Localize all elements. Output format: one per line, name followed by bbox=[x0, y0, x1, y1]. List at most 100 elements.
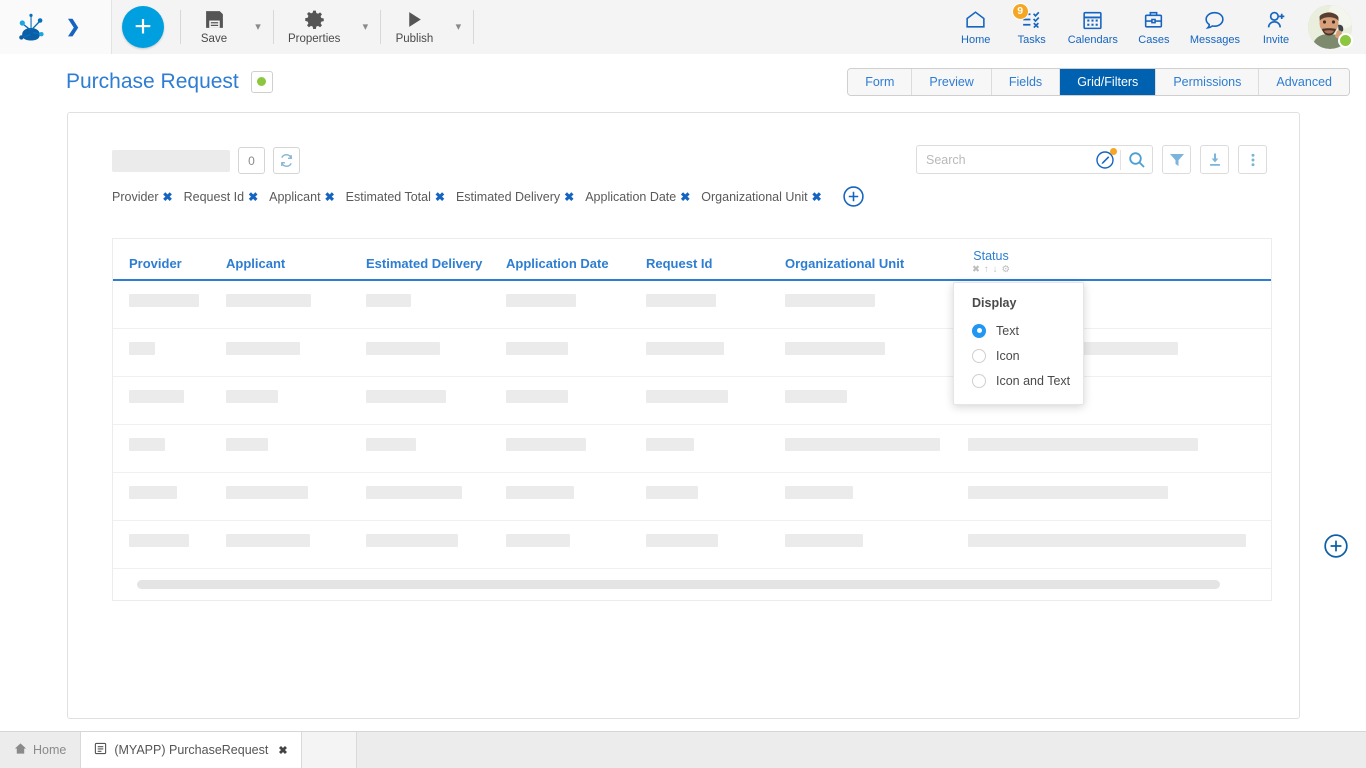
filter-button[interactable] bbox=[1162, 145, 1191, 174]
properties-button[interactable]: Properties bbox=[276, 3, 352, 51]
chat-bubble-icon bbox=[1203, 8, 1226, 32]
user-add-icon bbox=[1265, 8, 1288, 32]
radio-option-icon[interactable]: Icon bbox=[972, 343, 1083, 368]
publish-label: Publish bbox=[396, 33, 434, 45]
nav-item-tasks[interactable]: 9 Tasks bbox=[1004, 1, 1060, 53]
table-row[interactable] bbox=[113, 281, 1271, 329]
gear-icon[interactable]: ⚙ bbox=[1001, 264, 1010, 275]
table-row[interactable] bbox=[113, 377, 1271, 425]
horizontal-scrollbar[interactable] bbox=[137, 580, 1220, 589]
table-row[interactable] bbox=[113, 473, 1271, 521]
radio-label: Icon and Text bbox=[996, 374, 1070, 388]
chip-provider[interactable]: Provider✖ bbox=[112, 190, 173, 204]
close-icon[interactable]: ✖ bbox=[248, 190, 258, 204]
chip-application-date[interactable]: Application Date ✖ bbox=[585, 190, 690, 204]
taskbar-home[interactable]: Home bbox=[0, 732, 80, 768]
nav-item-home[interactable]: Home bbox=[948, 1, 1004, 53]
status-badge[interactable] bbox=[251, 71, 273, 93]
save-button[interactable]: Save bbox=[183, 3, 245, 51]
chip-request-id[interactable]: Request Id✖ bbox=[184, 190, 259, 204]
properties-dropdown-caret[interactable]: ▾ bbox=[352, 3, 378, 51]
tab-form[interactable]: Form bbox=[848, 69, 912, 95]
table-row[interactable] bbox=[113, 329, 1271, 377]
taskbar-tab-label: (MYAPP) PurchaseRequest bbox=[114, 743, 268, 757]
search-button[interactable] bbox=[1121, 146, 1152, 173]
radio-button-selected[interactable] bbox=[972, 324, 986, 338]
close-icon[interactable]: ✖ bbox=[972, 264, 980, 275]
close-icon[interactable]: ✖ bbox=[163, 190, 173, 204]
top-toolbar: ❯ + Save ▾ Prope bbox=[0, 0, 1366, 54]
tab-fields[interactable]: Fields bbox=[992, 69, 1060, 95]
green-dot-icon bbox=[257, 77, 266, 86]
search-input[interactable] bbox=[926, 153, 1089, 167]
logo-zone: ❯ bbox=[0, 0, 112, 54]
nav-label-calendars: Calendars bbox=[1068, 34, 1118, 46]
chevron-right-icon[interactable]: ❯ bbox=[66, 18, 80, 35]
toolbar-divider bbox=[473, 10, 474, 44]
radio-button[interactable] bbox=[972, 374, 986, 388]
column-header-request-id[interactable]: Request Id bbox=[646, 256, 712, 271]
column-header-provider[interactable]: Provider bbox=[129, 256, 182, 271]
add-column-right-button[interactable] bbox=[1323, 533, 1349, 564]
name-input-placeholder[interactable] bbox=[112, 150, 230, 172]
data-grid: Provider Applicant Estimated Delivery Ap… bbox=[112, 238, 1272, 601]
chip-label: Application Date bbox=[585, 190, 676, 204]
tab-preview[interactable]: Preview bbox=[912, 69, 991, 95]
properties-label: Properties bbox=[288, 33, 340, 45]
refresh-button[interactable] bbox=[273, 147, 300, 174]
close-icon[interactable]: ✖ bbox=[278, 744, 287, 757]
chip-estimated-total[interactable]: Estimated Total✖ bbox=[346, 190, 445, 204]
arrow-down-icon[interactable]: ↓ bbox=[993, 264, 998, 275]
table-row[interactable] bbox=[113, 425, 1271, 473]
save-dropdown-caret[interactable]: ▾ bbox=[245, 3, 271, 51]
add-column-button[interactable] bbox=[842, 185, 865, 208]
radio-option-icon-and-text[interactable]: Icon and Text bbox=[972, 368, 1083, 393]
counter-field[interactable]: 0 bbox=[238, 147, 265, 174]
taskbar-tab-purchaserequest[interactable]: (MYAPP) PurchaseRequest ✖ bbox=[80, 732, 301, 768]
search-box[interactable] bbox=[916, 145, 1153, 174]
new-button[interactable]: + bbox=[122, 6, 164, 48]
form-icon bbox=[94, 742, 107, 758]
publish-button[interactable]: Publish bbox=[383, 3, 445, 51]
close-icon[interactable]: ✖ bbox=[435, 190, 445, 204]
column-header-application-date[interactable]: Application Date bbox=[506, 256, 609, 271]
toolbar-divider bbox=[180, 10, 181, 44]
save-icon bbox=[204, 8, 225, 30]
tab-permissions[interactable]: Permissions bbox=[1156, 69, 1259, 95]
nav-label-home: Home bbox=[961, 34, 990, 46]
notification-dot bbox=[1110, 148, 1117, 155]
tab-grid-filters[interactable]: Grid/Filters bbox=[1060, 69, 1156, 95]
chip-estimated-delivery[interactable]: Estimated Delivery✖ bbox=[456, 190, 574, 204]
publish-dropdown-caret[interactable]: ▾ bbox=[445, 3, 471, 51]
grid-toolbar: 0 bbox=[112, 147, 300, 174]
chip-label: Applicant bbox=[269, 190, 320, 204]
column-header-status[interactable]: Status ✖ ↑ ↓ ⚙ bbox=[951, 249, 1031, 275]
column-header-organizational-unit[interactable]: Organizational Unit bbox=[785, 256, 904, 271]
nav-item-calendars[interactable]: Calendars bbox=[1060, 1, 1126, 53]
chip-organizational-unit[interactable]: Organizational Unit ✖ bbox=[701, 190, 821, 204]
radio-label: Text bbox=[996, 324, 1019, 338]
table-row[interactable] bbox=[113, 521, 1271, 569]
arrow-up-icon[interactable]: ↑ bbox=[984, 264, 989, 275]
close-icon[interactable]: ✖ bbox=[680, 190, 690, 204]
nav-item-cases[interactable]: Cases bbox=[1126, 1, 1182, 53]
grid-header-row: Provider Applicant Estimated Delivery Ap… bbox=[113, 239, 1271, 281]
close-icon[interactable]: ✖ bbox=[325, 190, 335, 204]
download-button[interactable] bbox=[1200, 145, 1229, 174]
more-options-button[interactable] bbox=[1238, 145, 1267, 174]
tab-advanced[interactable]: Advanced bbox=[1259, 69, 1349, 95]
column-header-estimated-delivery[interactable]: Estimated Delivery bbox=[366, 256, 482, 271]
column-header-status-controls: ✖ ↑ ↓ ⚙ bbox=[951, 264, 1031, 275]
close-icon[interactable]: ✖ bbox=[812, 190, 822, 204]
edit-search-button[interactable] bbox=[1089, 146, 1120, 173]
radio-button[interactable] bbox=[972, 349, 986, 363]
chip-label: Organizational Unit bbox=[701, 190, 807, 204]
avatar[interactable] bbox=[1308, 5, 1352, 49]
nav-item-messages[interactable]: Messages bbox=[1182, 1, 1248, 53]
column-header-applicant[interactable]: Applicant bbox=[226, 256, 285, 271]
close-icon[interactable]: ✖ bbox=[564, 190, 574, 204]
toolbar-divider bbox=[380, 10, 381, 44]
nav-item-invite[interactable]: Invite bbox=[1248, 1, 1304, 53]
chip-applicant[interactable]: Applicant ✖ bbox=[269, 190, 335, 204]
radio-option-text[interactable]: Text bbox=[972, 318, 1083, 343]
